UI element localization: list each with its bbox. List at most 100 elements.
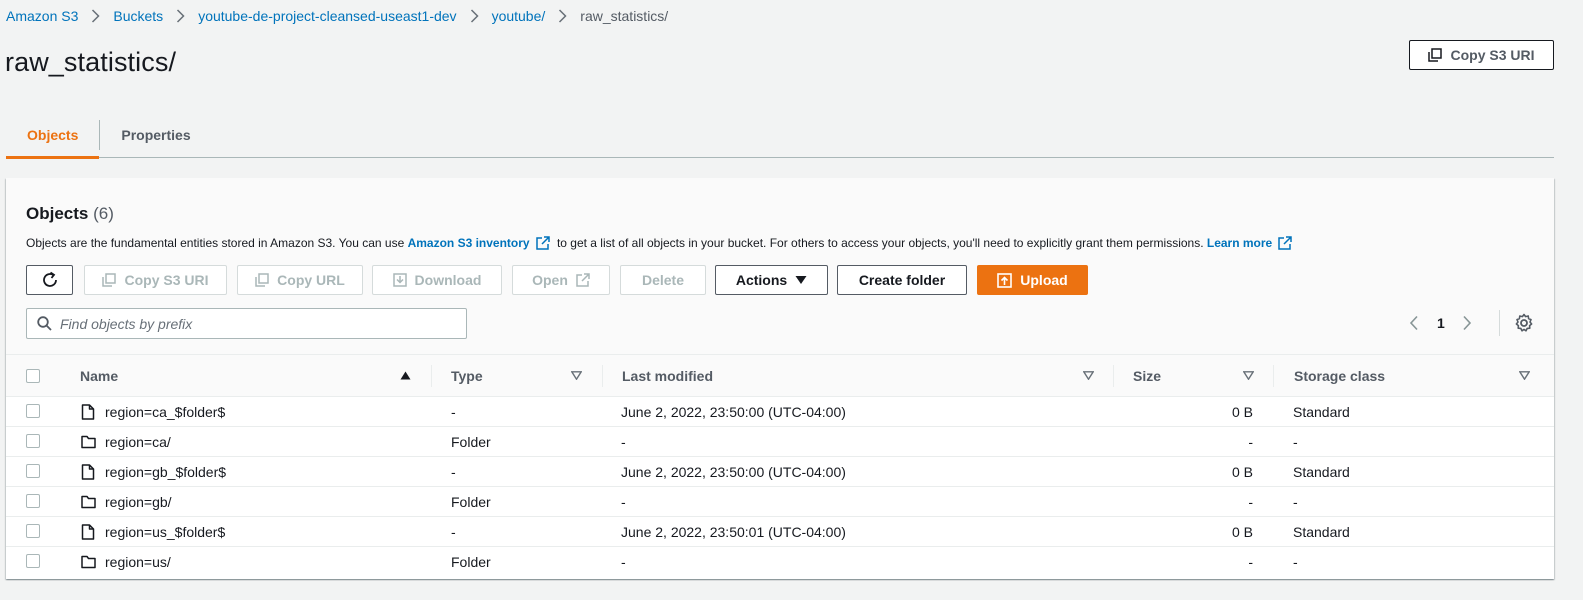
table-row: region=gb_$folder$ - June 2, 2022, 23:50… (6, 457, 1554, 487)
current-page-number[interactable]: 1 (1437, 315, 1445, 331)
object-size: 0 B (1231, 463, 1253, 480)
column-header-storage-class[interactable]: Storage class (1294, 355, 1385, 396)
chevron-right-icon (92, 9, 100, 23)
tab-properties[interactable]: Properties (100, 112, 211, 158)
object-name-link[interactable]: region=gb_$folder$ (105, 457, 226, 486)
row-checkbox[interactable] (26, 404, 40, 418)
copy-url-button[interactable]: Copy URL (237, 265, 363, 295)
column-header-type[interactable]: Type (451, 355, 483, 396)
object-last-modified: - (621, 553, 626, 570)
copy-icon (1428, 48, 1443, 62)
upload-button[interactable]: Upload (977, 265, 1088, 295)
object-name-link[interactable]: region=ca/ (105, 427, 171, 456)
object-type: Folder (451, 553, 491, 570)
column-divider (602, 365, 603, 387)
object-name-link[interactable]: region=us/ (105, 547, 171, 576)
copy-s3-uri-button[interactable]: Copy S3 URI (84, 265, 227, 295)
object-type: - (451, 403, 456, 420)
upload-label: Upload (1020, 272, 1068, 288)
copy-s3-uri-header-button[interactable]: Copy S3 URI (1409, 40, 1554, 70)
table-header: Name Type Last modified Size Storage cla… (6, 354, 1554, 397)
file-icon (81, 404, 95, 420)
download-button[interactable]: Download (372, 265, 502, 295)
row-checkbox[interactable] (26, 554, 40, 568)
copy-s3-uri-label: Copy S3 URI (1450, 47, 1535, 63)
breadcrumb-item-youtube[interactable]: youtube/ (492, 8, 546, 24)
object-storage-class: Standard (1293, 403, 1350, 420)
table-row: region=ca/ Folder - - - (6, 427, 1554, 457)
row-checkbox[interactable] (26, 434, 40, 448)
table-body: region=ca_$folder$ - June 2, 2022, 23:50… (6, 397, 1554, 577)
column-header-name[interactable]: Name (80, 355, 118, 396)
object-name-link[interactable]: region=gb/ (105, 487, 172, 516)
object-name-link[interactable]: region=ca_$folder$ (105, 397, 225, 426)
create-folder-button[interactable]: Create folder (837, 265, 967, 295)
chevron-right-icon (1463, 315, 1471, 331)
actions-label: Actions (735, 272, 788, 288)
description-middle: to get a list of all objects in your buc… (553, 236, 1207, 250)
previous-page-button[interactable] (1404, 313, 1424, 333)
object-last-modified: - (621, 433, 626, 450)
object-last-modified: June 2, 2022, 23:50:00 (UTC-04:00) (621, 403, 846, 420)
objects-heading: Objects (6) (26, 204, 114, 224)
select-all-checkbox[interactable] (26, 369, 40, 383)
inventory-link[interactable]: Amazon S3 inventory (408, 236, 530, 250)
breadcrumb-item-buckets[interactable]: Buckets (113, 8, 163, 24)
table-row: region=gb/ Folder - - - (6, 487, 1554, 517)
column-header-size[interactable]: Size (1133, 355, 1161, 396)
sort-ascending-icon[interactable] (400, 371, 411, 380)
sort-icon[interactable] (571, 371, 582, 380)
breadcrumb-item-amazon-s3[interactable]: Amazon S3 (6, 8, 78, 24)
column-header-last-modified[interactable]: Last modified (622, 355, 713, 396)
sort-icon[interactable] (1519, 371, 1530, 380)
copy-icon (255, 273, 269, 287)
actions-dropdown[interactable]: Actions (715, 265, 828, 295)
file-icon (81, 524, 95, 540)
tab-objects[interactable]: Objects (6, 112, 100, 159)
objects-panel-header: Objects (6) Objects are the fundamental … (6, 178, 1554, 354)
object-size: - (1248, 553, 1253, 570)
object-storage-class: - (1293, 493, 1298, 510)
breadcrumb-item-bucket[interactable]: youtube-de-project-cleansed-useast1-dev (198, 8, 456, 24)
chevron-right-icon (559, 9, 567, 23)
folder-icon (81, 495, 96, 509)
row-checkbox[interactable] (26, 464, 40, 478)
object-type: - (451, 523, 456, 540)
object-storage-class: Standard (1293, 523, 1350, 540)
object-name-link[interactable]: region=us_$folder$ (105, 517, 225, 546)
objects-count: (6) (93, 204, 114, 223)
object-last-modified: June 2, 2022, 23:50:00 (UTC-04:00) (621, 463, 846, 480)
external-link-icon[interactable] (535, 236, 550, 250)
chevron-right-icon (177, 9, 185, 23)
column-divider (1113, 365, 1114, 387)
gear-icon[interactable] (1514, 313, 1534, 333)
refresh-button[interactable] (26, 265, 73, 295)
table-row: region=ca_$folder$ - June 2, 2022, 23:50… (6, 397, 1554, 427)
search-input[interactable] (60, 315, 440, 332)
next-page-button[interactable] (1457, 313, 1477, 333)
external-link-icon (576, 273, 590, 287)
open-button[interactable]: Open (512, 265, 610, 295)
row-checkbox[interactable] (26, 494, 40, 508)
object-storage-class: Standard (1293, 463, 1350, 480)
sort-icon[interactable] (1083, 371, 1094, 380)
tab-bar: Objects Properties (6, 112, 1554, 159)
column-divider (1273, 365, 1274, 387)
chevron-right-icon (470, 9, 479, 23)
learn-more-link[interactable]: Learn more (1207, 236, 1272, 250)
folder-icon (81, 555, 96, 569)
delete-button[interactable]: Delete (620, 265, 706, 295)
create-folder-label: Create folder (858, 272, 946, 288)
column-divider (431, 365, 432, 387)
pagination: 1 (1404, 308, 1534, 338)
object-size: 0 B (1231, 403, 1253, 420)
object-last-modified: - (621, 493, 626, 510)
sort-icon[interactable] (1243, 371, 1254, 380)
external-link-icon[interactable] (1278, 236, 1292, 250)
row-checkbox[interactable] (26, 524, 40, 538)
object-size: - (1248, 493, 1253, 510)
object-size: 0 B (1231, 523, 1253, 540)
object-type: Folder (451, 433, 491, 450)
file-icon (81, 464, 95, 480)
delete-label: Delete (641, 272, 685, 288)
